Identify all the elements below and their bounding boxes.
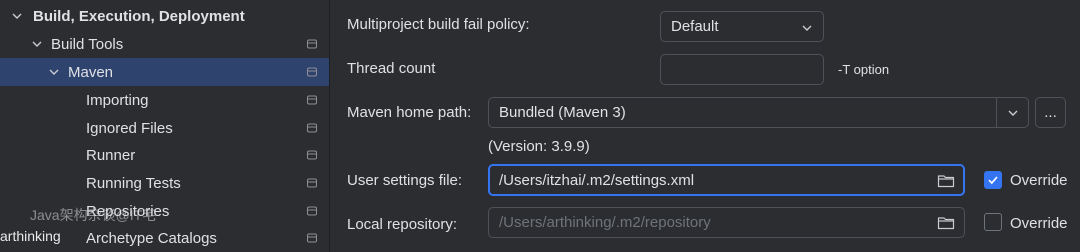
tree-item-label: Build, Execution, Deployment (33, 7, 245, 25)
watermark-author: arthinking (0, 228, 61, 244)
panel-divider[interactable] (329, 0, 330, 252)
tree-item-label: Maven (68, 63, 114, 81)
maven-home-value: Bundled (Maven 3) (499, 104, 626, 121)
local-repo-override-checkbox[interactable] (984, 213, 1002, 231)
project-level-icon (307, 233, 317, 243)
local-repo-override-label: Override (1010, 215, 1068, 232)
checkmark-icon (988, 176, 998, 185)
folder-icon[interactable] (937, 215, 955, 231)
tree-item-runner[interactable]: Runner (0, 141, 329, 169)
local-repo-label: Local repository: (347, 216, 458, 233)
fail-policy-label: Multiproject build fail policy: (347, 16, 530, 33)
tree-item-label: Ignored Files (86, 119, 173, 137)
tree-item-label: Running Tests (86, 174, 181, 192)
maven-home-browse-button[interactable]: ... (1035, 97, 1066, 128)
maven-version-text: (Version: 3.9.9) (488, 138, 590, 155)
folder-icon[interactable] (937, 173, 955, 189)
chevron-down-icon[interactable] (10, 9, 24, 23)
tree-item-ignored-files[interactable]: Ignored Files (0, 114, 329, 142)
chevron-down-icon[interactable] (30, 37, 44, 51)
chevron-down-icon (801, 21, 813, 38)
maven-home-dropdown-button[interactable] (996, 98, 1028, 127)
local-repo-placeholder: /Users/arthinking/.m2/repository (499, 214, 711, 231)
project-level-icon (307, 67, 317, 77)
thread-count-label: Thread count (347, 60, 436, 77)
local-repo-input[interactable]: /Users/arthinking/.m2/repository (488, 207, 965, 238)
tree-item-running-tests[interactable]: Running Tests (0, 169, 329, 197)
user-settings-label: User settings file: (347, 172, 463, 189)
user-settings-input[interactable]: /Users/itzhai/.m2/settings.xml (488, 164, 965, 196)
fail-policy-value: Default (671, 18, 719, 35)
tree-item-build-tools[interactable]: Build Tools (0, 30, 329, 58)
browse-button-label: ... (1044, 104, 1057, 121)
user-settings-override-label: Override (1010, 172, 1068, 189)
project-level-icon (307, 123, 317, 133)
thread-count-input[interactable] (660, 54, 824, 85)
chevron-down-icon (1008, 110, 1017, 116)
tree-item-maven[interactable]: Maven (0, 58, 329, 86)
project-level-icon (307, 39, 317, 49)
tree-item-label: Archetype Catalogs (86, 229, 217, 247)
thread-count-hint: -T option (838, 62, 890, 77)
tree-item-label: Runner (86, 146, 136, 164)
tree-item-importing[interactable]: Importing (0, 86, 329, 114)
project-level-icon (307, 150, 317, 160)
fail-policy-dropdown[interactable]: Default (660, 11, 824, 42)
maven-home-combo[interactable]: Bundled (Maven 3) (488, 97, 1029, 128)
user-settings-override-checkbox[interactable] (984, 171, 1002, 189)
tree-item-label: Build Tools (51, 35, 124, 53)
project-level-icon (307, 206, 317, 216)
tree-item-label: Importing (86, 91, 149, 109)
project-level-icon (307, 95, 317, 105)
chevron-down-icon[interactable] (47, 65, 61, 79)
project-level-icon (307, 178, 317, 188)
tree-item-build-execution-deployment[interactable]: Build, Execution, Deployment (0, 2, 329, 30)
watermark-text: Java架构杂谈@IT宅 (30, 207, 157, 223)
user-settings-value: /Users/itzhai/.m2/settings.xml (499, 171, 695, 189)
maven-home-label: Maven home path: (347, 104, 472, 121)
